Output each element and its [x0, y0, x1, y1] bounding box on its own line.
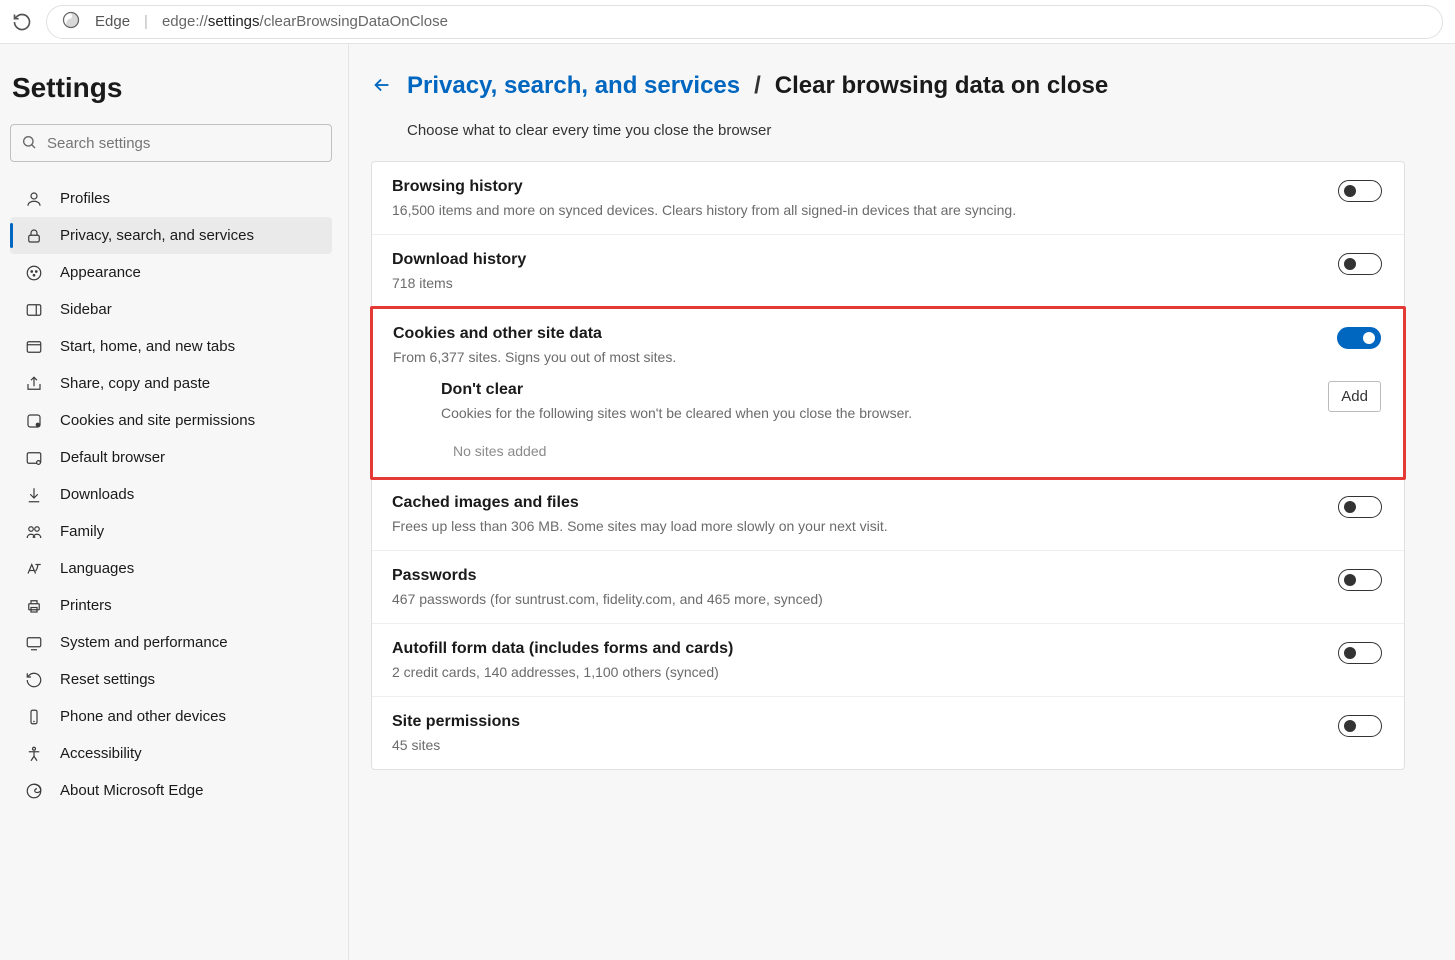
nav-sidebar[interactable]: Sidebar — [10, 291, 332, 328]
search-settings[interactable] — [10, 124, 332, 162]
nav-privacy[interactable]: Privacy, search, and services — [10, 217, 332, 254]
system-icon — [24, 634, 44, 652]
row-subtitle: Frees up less than 306 MB. Some sites ma… — [392, 518, 888, 534]
breadcrumb-parent[interactable]: Privacy, search, and services — [407, 72, 740, 100]
reload-icon[interactable] — [12, 12, 32, 32]
toggle-cookies[interactable] — [1337, 327, 1381, 349]
row-subtitle: 2 credit cards, 140 addresses, 1,100 oth… — [392, 664, 733, 680]
row-subtitle: From 6,377 sites. Signs you out of most … — [393, 349, 676, 365]
clear-data-panel: Browsing history 16,500 items and more o… — [371, 161, 1405, 770]
dont-clear-title: Don't clear — [441, 381, 912, 399]
cookie-icon — [24, 412, 44, 430]
toggle-passwords[interactable] — [1338, 569, 1382, 591]
row-subtitle: 718 items — [392, 275, 526, 291]
palette-icon — [24, 264, 44, 282]
url-app-label: Edge — [95, 13, 130, 30]
profile-icon — [24, 190, 44, 208]
row-subtitle: 467 passwords (for suntrust.com, fidelit… — [392, 591, 823, 607]
nav-appearance[interactable]: Appearance — [10, 254, 332, 291]
row-subtitle: 45 sites — [392, 737, 520, 753]
sidebar-icon — [24, 301, 44, 319]
no-sites-label: No sites added — [453, 443, 1381, 459]
settings-content: Privacy, search, and services / Clear br… — [349, 44, 1455, 960]
nav-accessibility[interactable]: Accessibility — [10, 735, 332, 772]
row-autofill: Autofill form data (includes forms and c… — [372, 624, 1404, 697]
printer-icon — [24, 597, 44, 615]
row-title: Download history — [392, 251, 526, 269]
row-title: Browsing history — [392, 178, 1016, 196]
url-text: edge://settings/clearBrowsingDataOnClose — [162, 13, 448, 30]
row-site-permissions: Site permissions 45 sites — [372, 697, 1404, 769]
row-browsing-history: Browsing history 16,500 items and more o… — [372, 162, 1404, 235]
nav-phone[interactable]: Phone and other devices — [10, 698, 332, 735]
page-title: Settings — [12, 72, 332, 104]
nav-default-browser[interactable]: Default browser — [10, 439, 332, 476]
row-passwords: Passwords 467 passwords (for suntrust.co… — [372, 551, 1404, 624]
nav-profiles[interactable]: Profiles — [10, 180, 332, 217]
url-field[interactable]: Edge | edge://settings/clearBrowsingData… — [46, 5, 1443, 39]
toggle-browsing-history[interactable] — [1338, 180, 1382, 202]
breadcrumb-sep: / — [754, 72, 761, 100]
settings-nav: Profiles Privacy, search, and services A… — [10, 180, 332, 809]
family-icon — [24, 523, 44, 541]
row-subtitle: 16,500 items and more on synced devices.… — [392, 202, 1016, 218]
row-title: Passwords — [392, 567, 823, 585]
nav-start-home[interactable]: Start, home, and new tabs — [10, 328, 332, 365]
nav-downloads[interactable]: Downloads — [10, 476, 332, 513]
page-description: Choose what to clear every time you clos… — [407, 122, 1405, 139]
toggle-download-history[interactable] — [1338, 253, 1382, 275]
row-cookies: Cookies and other site data From 6,377 s… — [373, 309, 1403, 381]
edge-icon — [24, 782, 44, 800]
nav-share[interactable]: Share, copy and paste — [10, 365, 332, 402]
share-icon — [24, 375, 44, 393]
nav-printers[interactable]: Printers — [10, 587, 332, 624]
nav-family[interactable]: Family — [10, 513, 332, 550]
toggle-site-permissions[interactable] — [1338, 715, 1382, 737]
dont-clear-subtitle: Cookies for the following sites won't be… — [441, 405, 912, 421]
download-icon — [24, 486, 44, 504]
reset-icon — [24, 671, 44, 689]
nav-cookies[interactable]: Cookies and site permissions — [10, 402, 332, 439]
address-bar: Edge | edge://settings/clearBrowsingData… — [0, 0, 1455, 44]
toggle-cache[interactable] — [1338, 496, 1382, 518]
language-icon — [24, 560, 44, 578]
row-download-history: Download history 718 items — [372, 235, 1404, 308]
nav-reset[interactable]: Reset settings — [10, 661, 332, 698]
row-title: Cached images and files — [392, 494, 888, 512]
lock-icon — [24, 227, 44, 245]
search-icon — [21, 134, 37, 153]
breadcrumb: Privacy, search, and services / Clear br… — [371, 72, 1405, 100]
row-cache: Cached images and files Frees up less th… — [372, 478, 1404, 551]
back-button[interactable] — [371, 74, 393, 99]
settings-sidebar: Settings Profiles Privacy, search, and s… — [0, 44, 349, 960]
breadcrumb-current: Clear browsing data on close — [775, 72, 1108, 100]
newtab-icon — [24, 338, 44, 356]
edge-logo-icon — [61, 10, 81, 34]
phone-icon — [24, 708, 44, 726]
nav-about[interactable]: About Microsoft Edge — [10, 772, 332, 809]
row-title: Autofill form data (includes forms and c… — [392, 640, 733, 658]
highlighted-section: Cookies and other site data From 6,377 s… — [370, 306, 1406, 480]
nav-system[interactable]: System and performance — [10, 624, 332, 661]
search-input[interactable] — [47, 135, 321, 152]
browser-icon — [24, 449, 44, 467]
dont-clear-section: Don't clear Cookies for the following si… — [373, 381, 1403, 477]
row-title: Cookies and other site data — [393, 325, 676, 343]
url-separator: | — [144, 13, 148, 30]
row-title: Site permissions — [392, 713, 520, 731]
accessibility-icon — [24, 745, 44, 763]
toggle-autofill[interactable] — [1338, 642, 1382, 664]
nav-languages[interactable]: Languages — [10, 550, 332, 587]
add-site-button[interactable]: Add — [1328, 381, 1381, 412]
